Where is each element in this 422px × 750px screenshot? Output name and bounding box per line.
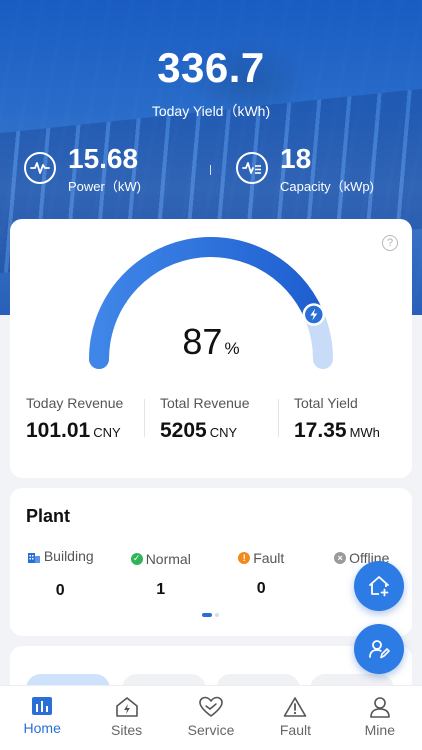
today-revenue-value: 101.01 bbox=[26, 419, 91, 442]
revenue-row: Today Revenue 101.01 CNY Total Revenue 52… bbox=[10, 395, 412, 443]
capacity-value: 18 bbox=[280, 143, 312, 174]
status-normal-label: Normal bbox=[145, 550, 191, 567]
user-edit-icon bbox=[369, 640, 390, 659]
tab-home[interactable]: Home bbox=[0, 686, 84, 750]
tab-fault-label: Fault bbox=[279, 722, 311, 738]
home-chart-icon bbox=[32, 697, 53, 715]
tab-mine[interactable]: Mine bbox=[338, 686, 422, 750]
gauge-percent: 87% bbox=[10, 321, 412, 363]
page-dot-active bbox=[202, 613, 212, 617]
tab-service[interactable]: Service bbox=[169, 686, 253, 750]
gauge-percent-unit: % bbox=[224, 339, 240, 358]
power-stat: 15.68 Power（kW) bbox=[24, 144, 141, 195]
tab-sites[interactable]: Sites bbox=[84, 686, 168, 750]
status-fault-label: Fault bbox=[253, 550, 285, 566]
help-icon[interactable]: ? bbox=[382, 235, 398, 251]
status-normal-count: 1 bbox=[156, 580, 166, 598]
page-dot bbox=[215, 613, 219, 617]
service-heart-icon bbox=[199, 696, 223, 717]
check-icon: ✓ bbox=[130, 552, 143, 565]
tab-service-label: Service bbox=[187, 722, 235, 738]
total-yield: Total Yield 17.35 MWh bbox=[278, 395, 412, 443]
total-revenue-label: Total Revenue bbox=[160, 395, 250, 411]
pulse-icon bbox=[24, 152, 56, 184]
status-fault[interactable]: ! Fault 0 bbox=[211, 548, 312, 600]
plant-card: Plant Building 0 ✓ Normal 1 ! Fault 0 × … bbox=[10, 488, 412, 636]
offline-icon: × bbox=[334, 552, 347, 564]
status-building-count: 0 bbox=[55, 581, 65, 599]
today-yield-value: 336.7 bbox=[157, 44, 265, 91]
status-fault-count: 0 bbox=[256, 580, 266, 597]
today-revenue-unit: CNY bbox=[93, 425, 121, 440]
plant-status-row: Building 0 ✓ Normal 1 ! Fault 0 × Offlin… bbox=[10, 548, 412, 600]
power-value: 15.68 bbox=[68, 143, 139, 174]
warning-icon: ! bbox=[238, 552, 251, 564]
performance-card: ? 87% Today Revenue 101.01 CNY Total Reve… bbox=[10, 219, 412, 478]
building-icon bbox=[27, 552, 40, 563]
tab-home-label: Home bbox=[23, 720, 61, 736]
today-revenue-label: Today Revenue bbox=[26, 395, 124, 411]
total-revenue-unit: CNY bbox=[209, 425, 238, 440]
tab-sites-label: Sites bbox=[111, 722, 143, 738]
capacity-pulse-icon bbox=[236, 152, 268, 184]
total-revenue: Total Revenue 5205 CNY bbox=[144, 395, 278, 443]
today-yield-label: Today Yield（kWh) bbox=[151, 103, 271, 119]
stat-divider bbox=[210, 165, 211, 175]
capacity-label: Capacity（kWp) bbox=[280, 179, 374, 194]
tab-fault[interactable]: Fault bbox=[253, 686, 337, 750]
edit-user-button[interactable] bbox=[354, 624, 404, 674]
power-label: Power（kW) bbox=[68, 179, 141, 194]
status-building-label: Building bbox=[43, 548, 94, 564]
capacity-stat: 18 Capacity（kWp) bbox=[236, 144, 374, 195]
page-indicator bbox=[202, 613, 219, 617]
total-yield-unit: MWh bbox=[349, 425, 380, 440]
user-icon bbox=[370, 697, 390, 718]
bottom-tab-bar: Home Sites Service Fault Mine bbox=[0, 685, 422, 750]
add-home-icon bbox=[369, 576, 389, 597]
total-yield-label: Total Yield bbox=[294, 395, 358, 411]
status-normal[interactable]: ✓ Normal 1 bbox=[111, 548, 212, 600]
total-revenue-value: 5205 bbox=[160, 419, 207, 442]
fault-warning-icon bbox=[284, 697, 307, 717]
gauge-percent-value: 87 bbox=[182, 321, 223, 362]
today-revenue: Today Revenue 101.01 CNY bbox=[10, 395, 144, 443]
add-site-button[interactable] bbox=[354, 561, 404, 611]
status-building[interactable]: Building 0 bbox=[10, 548, 111, 600]
tab-mine-label: Mine bbox=[364, 722, 395, 738]
sites-icon bbox=[115, 697, 138, 717]
total-yield-value: 17.35 bbox=[294, 419, 347, 442]
plant-title: Plant bbox=[26, 506, 71, 526]
